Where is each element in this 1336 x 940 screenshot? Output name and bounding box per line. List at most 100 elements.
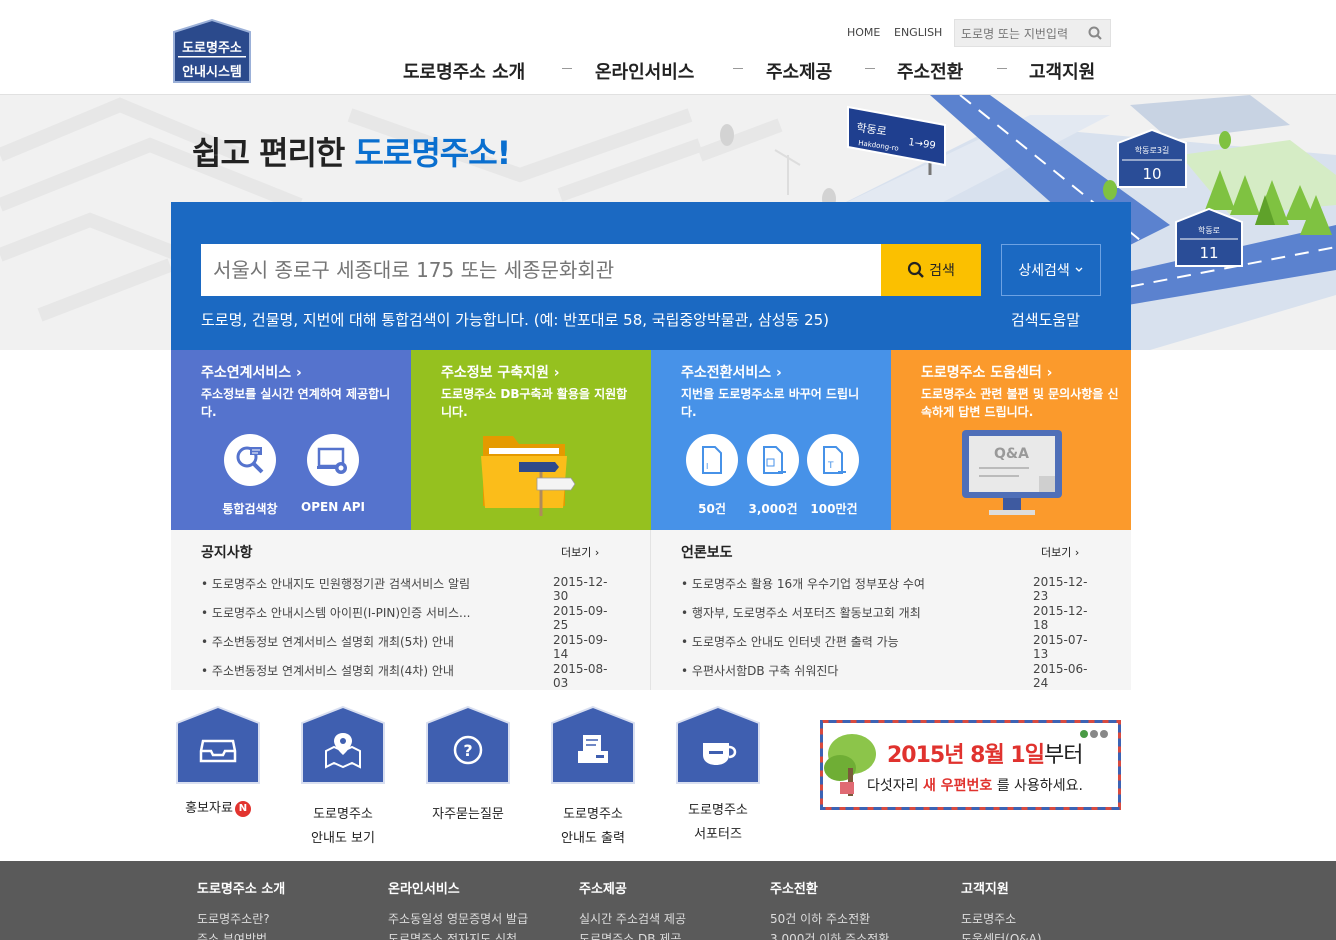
- gnb-separator: [865, 68, 875, 69]
- hero-title: 쉽고 편리한 도로명주소!: [192, 128, 511, 174]
- quick-link-map-view[interactable]: 도로명주소 안내도 보기: [300, 705, 386, 851]
- banner-subline: 다섯자리 새 우편번호 를 사용하세요.: [867, 778, 1083, 794]
- notice-row[interactable]: • 도로명주소 안내지도 민원행정기관 검색서비스 알림 2015-12-30: [201, 575, 621, 604]
- footer-link[interactable]: 도움센터(Q&A): [961, 929, 1042, 940]
- tile-address-link-service[interactable]: 주소연계서비스 › 주소정보를 실시간 연계하여 제공합니다. 통합검색창 OP…: [171, 350, 411, 530]
- quick-link-supporters[interactable]: 도로명주소서포터즈: [675, 705, 761, 847]
- gnb-separator: [733, 68, 743, 69]
- footer-col-provide: 주소제공 실시간 주소검색 제공 도로명주소 DB 제공: [579, 878, 686, 940]
- gnb-online[interactable]: 온라인서비스: [595, 58, 694, 84]
- search-button[interactable]: 검색: [881, 244, 981, 296]
- top-search: [954, 19, 1111, 47]
- footer-col-online: 온라인서비스 주소동일성 영문증명서 발급 도로명주소 전자지도 신청: [388, 878, 528, 940]
- tile-title: 주소정보 구축지원: [441, 365, 549, 381]
- logo-line1: 도로명주소: [182, 41, 242, 56]
- footer-col-convert: 주소전환 50건 이하 주소전환 3,000건 이하 주소전환: [770, 878, 889, 940]
- tile-item-label: OPEN API: [301, 500, 365, 514]
- tile-title: 주소연계서비스: [201, 365, 292, 381]
- notice-more-link[interactable]: 더보기 ›: [561, 544, 599, 560]
- footer-link[interactable]: 실시간 주소검색 제공: [579, 909, 686, 929]
- printer-icon: [551, 705, 635, 784]
- chevron-right-icon: ›: [553, 365, 560, 381]
- press-row[interactable]: • 도로명주소 안내도 인터넷 간편 출력 가능 2015-07-13: [681, 633, 1101, 662]
- chevron-right-icon: ›: [776, 365, 782, 381]
- site-logo[interactable]: 도로명주소 안내시스템: [171, 18, 253, 84]
- logo-line2: 안내시스템: [182, 65, 242, 80]
- sign-a-number: 10: [1142, 165, 1161, 183]
- quick-label: 도로명주소: [563, 807, 623, 822]
- main-search-input[interactable]: [201, 244, 881, 296]
- quick-link-map-print[interactable]: 도로명주소안내도 출력: [550, 705, 636, 851]
- search-icon[interactable]: [1088, 26, 1102, 40]
- map-pin-icon: [301, 705, 385, 784]
- gnb-convert[interactable]: 주소전환: [897, 58, 963, 84]
- press-row[interactable]: • 도로명주소 활용 16개 우수기업 정부포상 수여 2015-12-23: [681, 575, 1101, 604]
- convert-million-icon[interactable]: T: [807, 434, 859, 486]
- convert-50-icon[interactable]: I: [686, 434, 738, 486]
- footer-link[interactable]: 주소 부여방법: [197, 929, 285, 940]
- tile-address-conversion-service[interactable]: 주소전환서비스 › 지번을 도로명주소로 바꾸어 드립니다. I 50건 3,0…: [651, 350, 891, 530]
- quick-link-promo[interactable]: 홍보자료 N: [175, 705, 261, 821]
- header: 도로명주소 안내시스템 HOME ENGLISH 도로명주소 소개 온라인서비스…: [0, 0, 1336, 95]
- notice-row[interactable]: • 주소변동정보 연계서비스 설명회 개최(5차) 안내 2015-09-14: [201, 633, 621, 662]
- tile-address-db-support[interactable]: 주소정보 구축지원 › 도로명주소 DB구축과 활용을 지원합니다.: [411, 350, 651, 530]
- chevron-right-icon: ›: [594, 546, 600, 559]
- gnb-provide[interactable]: 주소제공: [766, 58, 832, 84]
- main-search-field: [201, 244, 881, 296]
- quick-label: 도로명주소: [688, 803, 748, 818]
- top-search-input[interactable]: [961, 25, 1085, 43]
- gnb-separator: [562, 68, 572, 69]
- tile-help-center[interactable]: 도로명주소 도움센터 › 도로명주소 관련 불편 및 문의사항을 신속하게 답변…: [891, 350, 1131, 530]
- press-more-link[interactable]: 더보기 ›: [1041, 544, 1079, 560]
- tile-item-label: 100만건: [810, 502, 858, 516]
- postcode-banner[interactable]: 2015년 8월 1일부터 다섯자리 새 우편번호 를 사용하세요.: [820, 720, 1121, 810]
- sign-a-name: 학동로3길: [1135, 145, 1170, 155]
- page: 도로명주소 안내시스템 HOME ENGLISH 도로명주소 소개 온라인서비스…: [0, 0, 1336, 940]
- quick-label: 서포터즈: [694, 827, 742, 842]
- tile-desc: 주소정보를 실시간 연계하여 제공합니다.: [201, 387, 391, 419]
- footer-link[interactable]: 도로명주소 전자지도 신청: [388, 929, 528, 940]
- footer-link[interactable]: 주소동일성 영문증명서 발급: [388, 909, 528, 929]
- svg-text:I: I: [706, 462, 708, 471]
- footer-link[interactable]: 도로명주소란?: [197, 909, 285, 929]
- press-row[interactable]: • 행자부, 도로명주소 서포터즈 활동보고회 개최 2015-12-18: [681, 604, 1101, 633]
- notice-row[interactable]: • 주소변동정보 연계서비스 설명회 개최(4차) 안내 2015-08-03: [201, 662, 621, 691]
- quick-label: 안내도 보기: [311, 831, 375, 846]
- open-api-icon[interactable]: [307, 434, 359, 486]
- svg-text:T: T: [827, 461, 834, 471]
- tile-title: 도로명주소 도움센터: [921, 365, 1042, 381]
- search-hint: 도로명, 건물명, 지번에 대해 통합검색이 가능합니다. (예: 반포대로 5…: [201, 311, 830, 329]
- search-help-link[interactable]: 검색도움말: [1011, 309, 1080, 330]
- convert-3000-icon[interactable]: [747, 434, 799, 486]
- footer-link[interactable]: 50건 이하 주소전환: [770, 909, 889, 929]
- notice-row[interactable]: • 도로명주소 안내시스템 아이핀(I-PIN)인증 서비스... 2015-09…: [201, 604, 621, 633]
- qna-monitor-icon: Q&A: [962, 430, 1062, 515]
- tile-item-label: 통합검색창: [222, 502, 278, 516]
- home-link[interactable]: HOME: [847, 26, 880, 39]
- integrated-search-icon[interactable]: [224, 434, 276, 486]
- sign-b-number: 11: [1199, 244, 1218, 262]
- hero-title-highlight: 도로명주소!: [354, 134, 511, 172]
- quick-label: 안내도 출력: [561, 831, 625, 846]
- search-icon: [908, 261, 924, 278]
- chevron-right-icon: ›: [296, 365, 302, 381]
- chevron-right-icon: ›: [1074, 546, 1080, 559]
- footer-link[interactable]: 3,000건 이하 주소전환: [770, 929, 889, 940]
- chevron-down-icon: [1075, 267, 1083, 272]
- english-link[interactable]: ENGLISH: [894, 26, 942, 39]
- tile-title: 주소전환서비스: [681, 365, 772, 381]
- gnb-separator: [997, 68, 1007, 69]
- detail-search-button[interactable]: 상세검색: [1001, 244, 1101, 296]
- press-row[interactable]: • 우편사서함DB 구축 쉬워진다 2015-06-24: [681, 662, 1101, 691]
- notice-board: 공지사항 더보기 › • 도로명주소 안내지도 민원행정기관 검색서비스 알림 2…: [171, 530, 651, 690]
- notice-title: 공지사항: [201, 545, 253, 561]
- folder-icon: [481, 436, 576, 516]
- footer-link[interactable]: 도로명주소 DB 제공: [579, 929, 686, 940]
- quick-label: 홍보자료: [185, 801, 233, 816]
- detail-search-label: 상세검색: [1018, 263, 1070, 279]
- footer-link[interactable]: 도로명주소: [961, 909, 1042, 929]
- svg-text:?: ?: [463, 741, 472, 760]
- gnb-intro[interactable]: 도로명주소 소개: [403, 58, 525, 84]
- quick-link-faq[interactable]: ? 자주묻는질문: [425, 705, 511, 827]
- gnb-support[interactable]: 고객지원: [1029, 58, 1095, 84]
